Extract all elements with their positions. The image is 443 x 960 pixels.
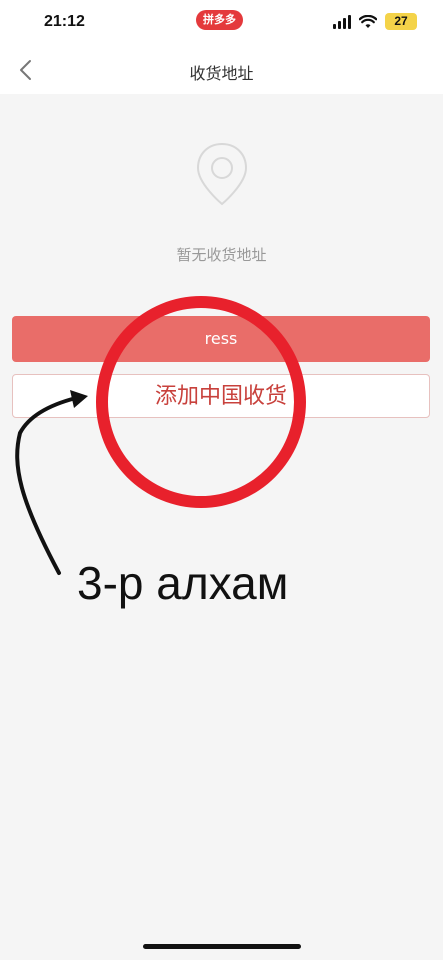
status-icons: 27 <box>333 13 417 30</box>
signal-icon <box>333 14 351 29</box>
app-badge: 拼多多 <box>196 10 243 30</box>
nav-bar: 收货地址 <box>0 46 443 94</box>
status-bar: 21:12 拼多多 27 <box>0 0 443 46</box>
add-address-button[interactable]: ress <box>12 316 430 362</box>
home-indicator[interactable] <box>143 944 301 949</box>
battery-icon: 27 <box>385 13 417 30</box>
wifi-icon <box>359 14 377 28</box>
address-list-empty: 暂无收货地址 ress 添加中国收货 <box>0 94 443 960</box>
add-china-address-button[interactable]: 添加中国收货 <box>12 374 430 418</box>
empty-state-message: 暂无收货地址 <box>176 246 267 264</box>
page-title: 收货地址 <box>189 64 254 83</box>
status-time: 21:12 <box>44 13 85 30</box>
location-pin-icon <box>196 142 248 206</box>
